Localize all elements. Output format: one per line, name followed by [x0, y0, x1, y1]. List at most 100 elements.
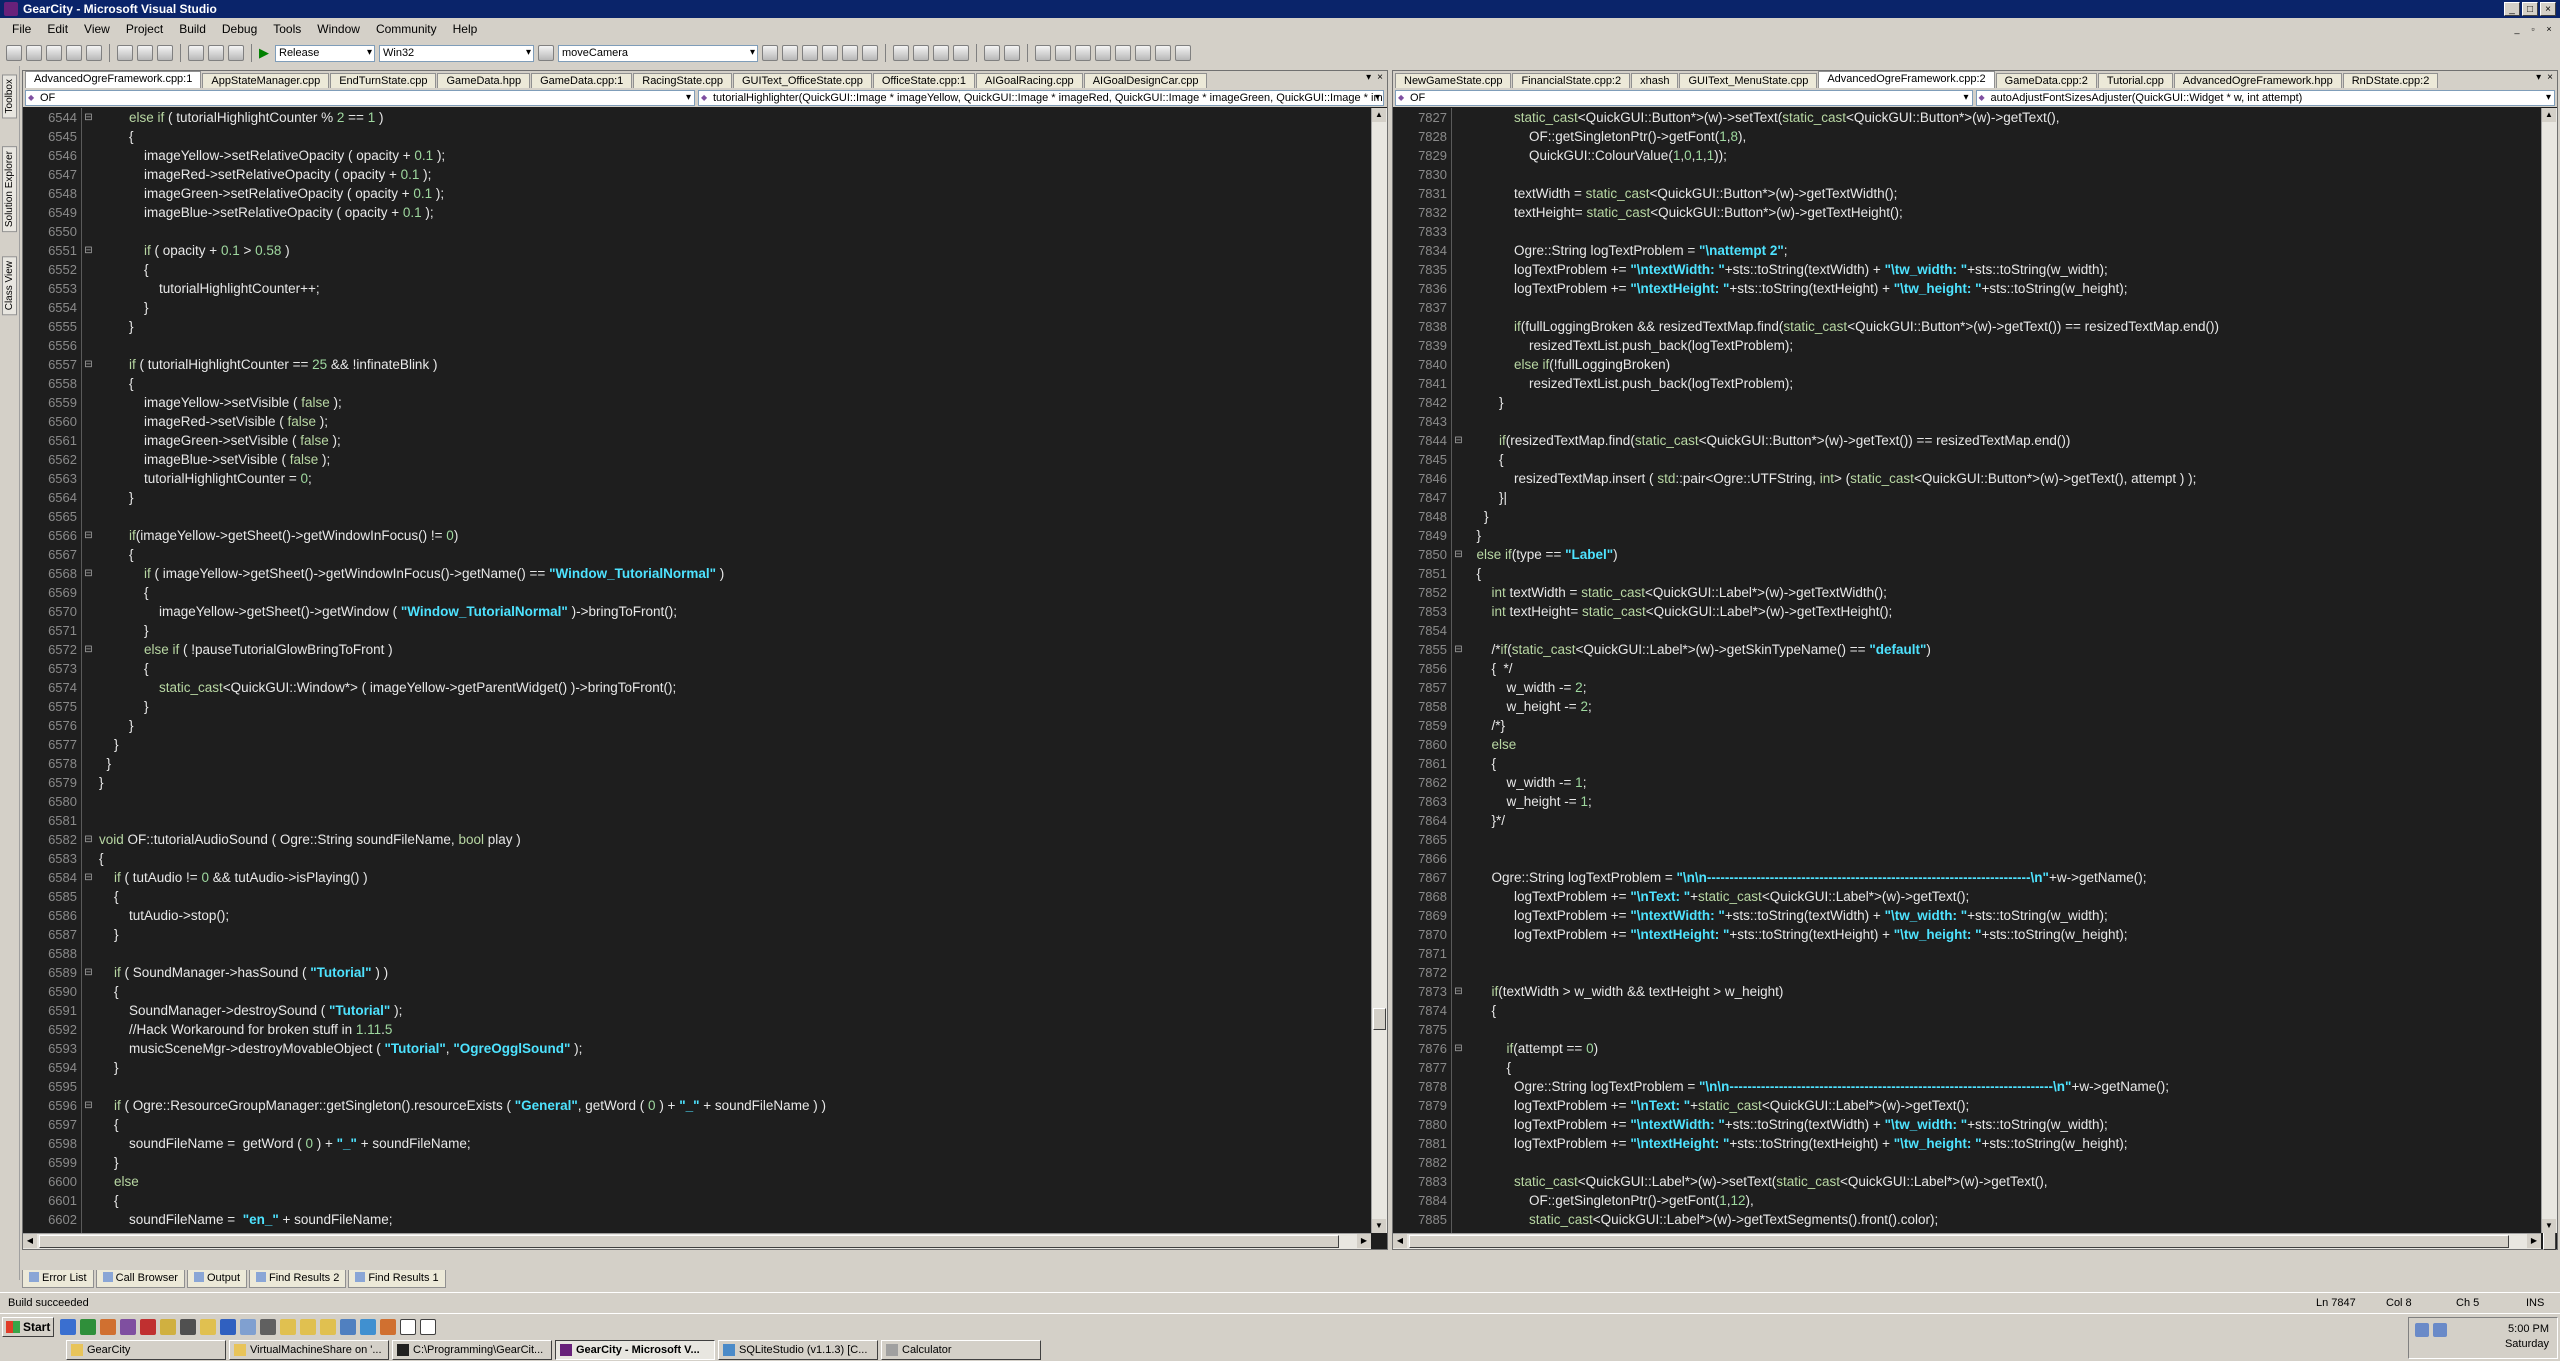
scroll-thumb[interactable]	[39, 1235, 1339, 1248]
code-line[interactable]: 7872	[1393, 963, 2541, 982]
doc-tab[interactable]: GUIText_MenuState.cpp	[1679, 73, 1818, 88]
code-line[interactable]: 6587 }	[23, 925, 1371, 944]
fold-toggle-icon[interactable]: ⊟	[1451, 545, 1465, 564]
toolbox-tab[interactable]: Toolbox	[2, 74, 17, 119]
code-line[interactable]: 6583 {	[23, 849, 1371, 868]
vertical-scrollbar[interactable]: ▲ ▼	[2541, 108, 2557, 1250]
fold-toggle-icon[interactable]: ⊟	[81, 241, 95, 260]
scope-combo[interactable]: OF	[1395, 89, 1973, 106]
start-page-icon[interactable]	[862, 45, 878, 61]
code-line[interactable]: 6558 {	[23, 374, 1371, 393]
fold-toggle-icon[interactable]: ⊟	[81, 108, 95, 127]
code-line[interactable]: 6566 ⊟ if(imageYellow->getSheet()->getWin…	[23, 526, 1371, 545]
code-line[interactable]: 7839 resizedTextList.push_back(logTextPr…	[1393, 336, 2541, 355]
task-button[interactable]: Calculator	[881, 1340, 1041, 1360]
scroll-right-icon[interactable]: ▶	[2527, 1234, 2541, 1248]
doc-tab[interactable]: AIGoalRacing.cpp	[976, 73, 1083, 88]
code-line[interactable]: 7870 logTextProblem += "\ntextHeight: "+…	[1393, 925, 2541, 944]
code-line[interactable]: 6601 {	[23, 1191, 1371, 1210]
horizontal-scrollbar[interactable]: ◀ ▶	[23, 1233, 1371, 1249]
close-button[interactable]: ×	[2540, 2, 2556, 16]
minimize-button[interactable]: _	[2504, 2, 2520, 16]
code-line[interactable]: 6579}	[23, 773, 1371, 792]
code-line[interactable]: 7865	[1393, 830, 2541, 849]
code-line[interactable]: 6556	[23, 336, 1371, 355]
doc-tab[interactable]: AdvancedOgreFramework.cpp:2	[1818, 71, 1995, 88]
menu-community[interactable]: Community	[368, 22, 445, 36]
code-line[interactable]: 7864 }*/	[1393, 811, 2541, 830]
member-combo[interactable]: tutorialHighlighter(QuickGUI::Image * im…	[698, 89, 1384, 106]
menu-window[interactable]: Window	[309, 22, 368, 36]
code-line[interactable]: 7850 ⊟ else if(type == "Label")	[1393, 545, 2541, 564]
doc-tab[interactable]: GUIText_OfficeState.cpp	[732, 73, 872, 88]
tab-list-icon[interactable]: ▾	[1366, 72, 1371, 83]
code-line[interactable]: 7848 }	[1393, 507, 2541, 526]
task-button[interactable]: GearCity	[66, 1340, 226, 1360]
toolbox-icon[interactable]	[842, 45, 858, 61]
menu-debug[interactable]: Debug	[214, 22, 265, 36]
code-line[interactable]: 7878 Ogre::String logTextProblem = "\n\n…	[1393, 1077, 2541, 1096]
scope-combo[interactable]: OF	[25, 89, 695, 106]
object-browser-icon[interactable]	[822, 45, 838, 61]
code-line[interactable]: 6593 musicSceneMgr->destroyMovableObject…	[23, 1039, 1371, 1058]
class-view-tab[interactable]: Class View	[2, 256, 17, 316]
code-line[interactable]: 7881 logTextProblem += "\ntextHeight: "+…	[1393, 1134, 2541, 1153]
properties-icon[interactable]	[802, 45, 818, 61]
code-line[interactable]: 6577 }	[23, 735, 1371, 754]
code-line[interactable]: 6545 {	[23, 127, 1371, 146]
doc-tab[interactable]: FinancialState.cpp:2	[1512, 73, 1631, 88]
code-line[interactable]: 7885 static_cast<QuickGUI::Label*>(w)->g…	[1393, 1210, 2541, 1229]
code-line[interactable]: 7854	[1393, 621, 2541, 640]
menu-file[interactable]: File	[4, 22, 39, 36]
open-file-icon[interactable]	[46, 45, 62, 61]
copy-icon[interactable]	[137, 45, 153, 61]
code-line[interactable]: 7831 textWidth = static_cast<QuickGUI::B…	[1393, 184, 2541, 203]
menu-tools[interactable]: Tools	[265, 22, 309, 36]
code-line[interactable]: 7827 static_cast<QuickGUI::Button*>(w)->…	[1393, 108, 2541, 127]
fold-toggle-icon[interactable]: ⊟	[1451, 982, 1465, 1001]
scroll-thumb[interactable]	[1409, 1235, 2509, 1248]
code-line[interactable]: 7828 OF::getSingletonPtr()->getFont(1,8)…	[1393, 127, 2541, 146]
code-line[interactable]: 6568 ⊟ if ( imageYellow->getSheet()->getW…	[23, 564, 1371, 583]
new-project-icon[interactable]	[6, 45, 22, 61]
fold-toggle-icon[interactable]: ⊟	[81, 355, 95, 374]
code-line[interactable]: 6585 {	[23, 887, 1371, 906]
quick-launch-icon[interactable]	[100, 1319, 116, 1335]
error-list-tab[interactable]: Error List	[22, 1270, 94, 1288]
quick-launch-icon[interactable]	[380, 1319, 396, 1335]
code-line[interactable]: 6596 ⊟ if ( Ogre::ResourceGroupManager::g…	[23, 1096, 1371, 1115]
solution-explorer-icon[interactable]	[782, 45, 798, 61]
text-editor-icon[interactable]	[893, 45, 909, 61]
doc-tab[interactable]: GameData.cpp:1	[531, 73, 633, 88]
code-line[interactable]: 7856 { */	[1393, 659, 2541, 678]
code-line[interactable]: 6567 {	[23, 545, 1371, 564]
code-line[interactable]: 7877 {	[1393, 1058, 2541, 1077]
code-line[interactable]: 6562 imageBlue->setVisible ( false );	[23, 450, 1371, 469]
code-line[interactable]: 6592 //Hack Workaround for broken stuff …	[23, 1020, 1371, 1039]
quick-launch-icon[interactable]	[240, 1319, 256, 1335]
window-icon[interactable]	[420, 1319, 436, 1335]
code-line[interactable]: 6574 static_cast<QuickGUI::Window*> ( im…	[23, 678, 1371, 697]
fold-toggle-icon[interactable]: ⊟	[81, 526, 95, 545]
code-line[interactable]: 7840 else if(!fullLoggingBroken)	[1393, 355, 2541, 374]
font-size-icon[interactable]	[953, 45, 969, 61]
find-in-files-icon[interactable]	[762, 45, 778, 61]
quick-launch-icon[interactable]	[220, 1319, 236, 1335]
undo-icon[interactable]	[188, 45, 204, 61]
code-line[interactable]: 7857 w_width -= 2;	[1393, 678, 2541, 697]
navigate-backward-icon[interactable]	[228, 45, 244, 61]
quick-launch-icon[interactable]	[120, 1319, 136, 1335]
solution-configuration-combo[interactable]: Release	[275, 44, 375, 62]
code-line[interactable]: 6569 {	[23, 583, 1371, 602]
code-editor[interactable]: 7827 static_cast<QuickGUI::Button*>(w)->…	[1393, 108, 2541, 1233]
code-line[interactable]: 6548 imageGreen->setRelativeOpacity ( op…	[23, 184, 1371, 203]
menu-edit[interactable]: Edit	[39, 22, 76, 36]
code-line[interactable]: 7883 static_cast<QuickGUI::Label*>(w)->s…	[1393, 1172, 2541, 1191]
close-tab-icon[interactable]: ×	[1377, 72, 1383, 83]
code-line[interactable]: 6560 imageRed->setVisible ( false );	[23, 412, 1371, 431]
window-icon[interactable]	[400, 1319, 416, 1335]
code-line[interactable]: 7859 /*}	[1393, 716, 2541, 735]
code-line[interactable]: 6575 }	[23, 697, 1371, 716]
next-bookmark-folder-icon[interactable]	[1115, 45, 1131, 61]
task-button[interactable]: SQLiteStudio (v1.1.3) [C...	[718, 1340, 878, 1360]
